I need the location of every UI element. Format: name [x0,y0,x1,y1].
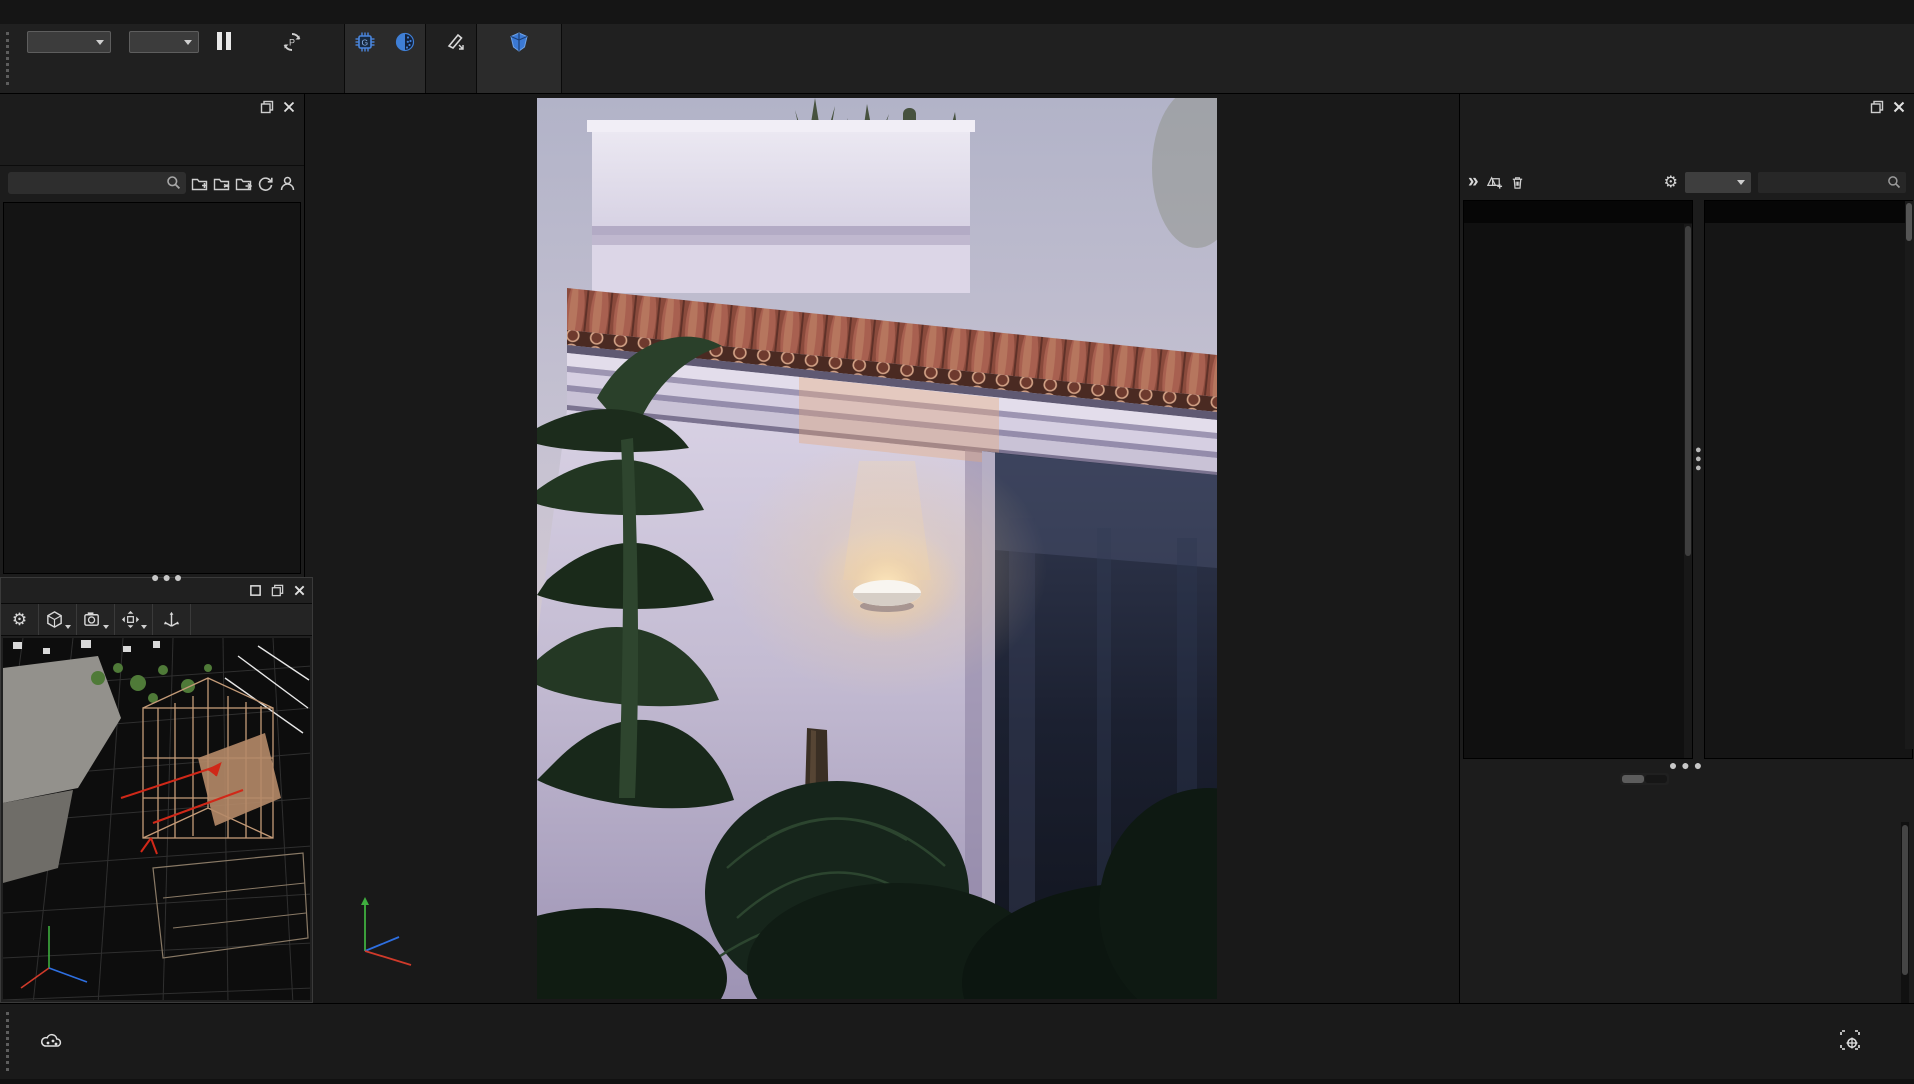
denoise-icon [394,31,416,53]
model-sets-panel [1463,200,1693,759]
main-toolbar: P G [0,24,1914,94]
gv-axis-button[interactable] [153,604,191,635]
library-tabs [0,120,304,166]
float-panel-icon[interactable] [260,100,274,114]
render-image [537,98,1217,999]
add-folder-icon[interactable] [191,175,208,192]
export-folder-icon[interactable] [235,175,252,192]
project-panel: » ⚙ ●●● ●●● [1459,94,1914,1003]
performance-mode-icon: P [281,31,303,53]
project-tabs [1460,120,1914,166]
chevron-down-icon [65,625,71,629]
search-icon [166,175,181,190]
import-folder-icon[interactable] [213,175,230,192]
collapse-all-icon[interactable]: » [1468,174,1479,190]
gpu-chip-icon: G [354,31,376,53]
chevron-down-icon [103,625,109,629]
float-panel-icon[interactable] [1870,100,1884,114]
gv-pan-button[interactable] [115,604,153,635]
toolbar-drag-handle[interactable] [6,32,16,85]
screenshot-button[interactable] [1800,1008,1900,1076]
account-icon[interactable] [279,175,296,192]
bottom-ribbon [0,1003,1914,1079]
library-panel [0,94,305,577]
model-sets-scrollbar[interactable] [1684,224,1692,758]
tools-icon [445,31,467,53]
chevron-down-icon [141,625,147,629]
float-panel-icon[interactable] [270,583,284,597]
geometry-view-viewport[interactable] [3,638,310,1000]
gpu-usage-dropdown[interactable] [129,31,199,53]
svg-text:P: P [289,38,295,48]
screenshot-icon [1838,1028,1862,1052]
geometry-view-icon [508,31,530,53]
item-tree-panel [1704,200,1913,759]
denoise-button[interactable] [385,24,425,93]
pause-icon [217,31,231,51]
refresh-icon[interactable] [257,175,274,192]
cube-icon [44,610,64,630]
library-folder-tree [3,202,301,574]
chevron-down-icon [184,40,192,45]
toggle-scene-button[interactable] [1622,775,1644,783]
svg-text:G: G [362,38,369,48]
ribbon-drag-handle[interactable] [6,1012,9,1071]
cloud-library-button[interactable] [14,1008,90,1076]
workspaces-dropdown[interactable] [27,31,111,53]
item-tree-vscrollbar[interactable] [1905,201,1913,749]
gear-icon[interactable]: ⚙ [1664,172,1678,192]
maximize-icon[interactable] [248,583,262,597]
show-filter-dropdown[interactable] [1685,172,1751,193]
scene-information-section [1480,832,1892,844]
gv-view-mode-button[interactable] [39,604,77,635]
workspaces-group [18,24,120,93]
search-icon [1887,175,1901,189]
library-search-input[interactable] [8,172,186,194]
gv-settings-button[interactable]: ⚙ [1,604,39,635]
tools-button[interactable] [436,24,476,93]
cloud-library-icon [40,1031,64,1051]
toggle-materials-button[interactable] [1645,775,1667,783]
panel-splitter-dots[interactable]: ●●● [1460,757,1914,773]
pause-button[interactable] [208,24,240,93]
camera-icon [82,610,102,630]
viewport-axis-gizmo [335,889,425,992]
axis-triad-icon [162,610,182,630]
pan-move-icon [120,610,140,630]
item-tree-header [1705,201,1912,223]
realtime-viewport[interactable] [305,94,1459,1003]
close-icon[interactable] [292,583,306,597]
geometry-view-panel: ●●● ⚙ [0,577,313,1003]
add-model-set-icon[interactable] [1486,174,1503,191]
close-icon[interactable] [282,100,296,114]
list-splitter-dots[interactable]: ●●● [1695,446,1701,473]
menu-bar [0,0,1914,24]
scene-materials-toggle [1620,773,1669,785]
gear-icon: ⚙ [10,610,30,630]
model-sets-header [1464,201,1692,223]
gv-camera-button[interactable] [77,604,115,635]
gpu-usage-group [120,24,208,93]
scene-search-input[interactable] [1758,172,1906,193]
close-icon[interactable] [1892,100,1906,114]
performance-mode-button[interactable]: P [240,24,344,93]
geometry-view-button[interactable] [476,24,562,93]
delete-icon[interactable] [1510,175,1525,190]
gpu-button[interactable]: G [345,24,385,93]
chevron-down-icon [96,40,104,45]
chevron-down-icon [1737,180,1745,185]
